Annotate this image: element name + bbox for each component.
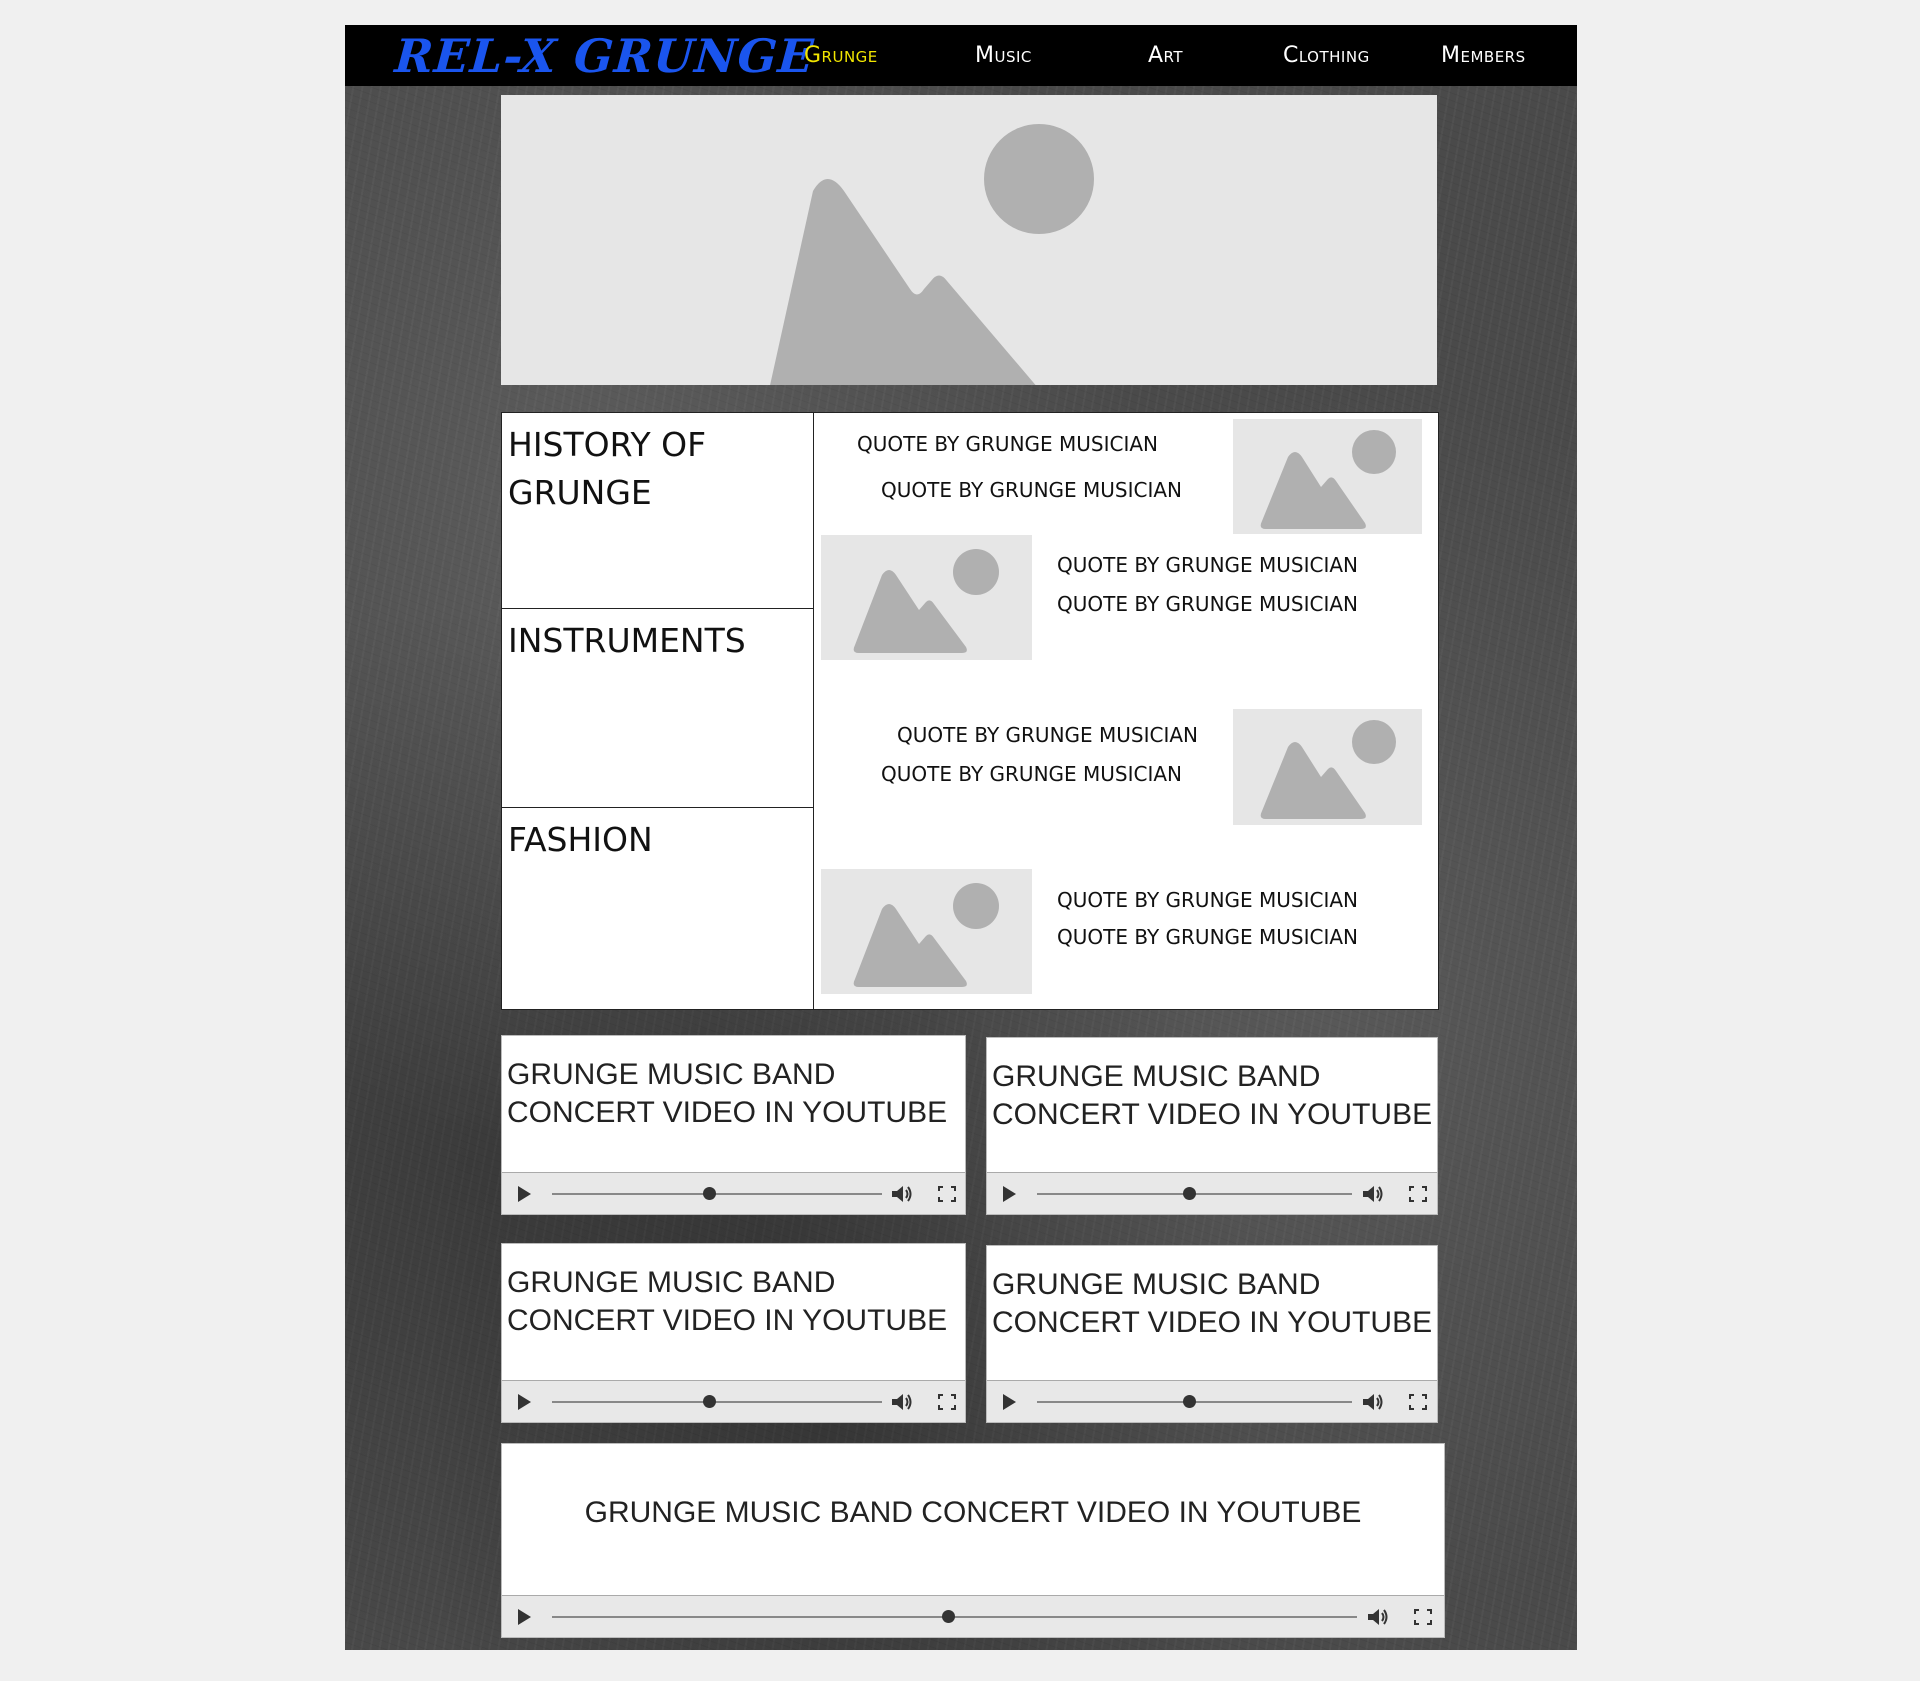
play-icon[interactable] [1003,1186,1016,1202]
nav-clothing[interactable]: Clothing [1283,43,1370,68]
video-title: GRUNGE MUSIC BAND CONCERT VIDEO IN YOUTU… [992,1266,1432,1342]
seek-bar[interactable] [552,1193,882,1195]
play-icon[interactable] [1003,1394,1016,1410]
video-controls [502,1380,965,1422]
musician-image-placeholder [821,535,1032,660]
play-icon[interactable] [518,1186,531,1202]
image-placeholder-icon [853,883,999,987]
seek-handle[interactable] [942,1610,955,1623]
fullscreen-icon[interactable] [1405,1182,1431,1206]
section-history[interactable]: HISTORY OF GRUNGE [502,413,814,609]
content-panel: HISTORY OF GRUNGE INSTRUMENTS FASHION QU… [501,412,1439,1010]
fullscreen-icon[interactable] [934,1182,960,1206]
video-title-line: CONCERT VIDEO IN YOUTUBE [992,1098,1433,1131]
video-player[interactable]: GRUNGE MUSIC BAND CONCERT VIDEO IN YOUTU… [986,1245,1438,1423]
video-controls [987,1380,1437,1422]
image-placeholder-icon [1260,430,1396,529]
navbar: REL-X GRUNGE Grunge Music Art Clothing M… [345,25,1577,86]
seek-handle[interactable] [703,1187,716,1200]
section-instruments-title: INSTRUMENTS [508,621,746,660]
site-logo[interactable]: REL-X GRUNGE [393,29,816,83]
video-player[interactable]: GRUNGE MUSIC BAND CONCERT VIDEO IN YOUTU… [986,1037,1438,1215]
image-placeholder-icon [770,124,1094,385]
play-icon[interactable] [518,1394,531,1410]
volume-icon[interactable] [1360,1390,1386,1414]
video-title: GRUNGE MUSIC BAND CONCERT VIDEO IN YOUTU… [584,1496,1362,1529]
video-title-line: CONCERT VIDEO IN YOUTUBE [507,1304,948,1337]
quote-text: QUOTE BY GRUNGE MUSICIAN [1057,592,1359,616]
quote-text: QUOTE BY GRUNGE MUSICIAN [857,432,1159,456]
seek-handle[interactable] [1183,1395,1196,1408]
volume-icon[interactable] [889,1182,915,1206]
video-title-line: CONCERT VIDEO IN YOUTUBE [507,1096,948,1129]
fullscreen-icon[interactable] [1405,1390,1431,1414]
video-player[interactable]: GRUNGE MUSIC BAND CONCERT VIDEO IN YOUTU… [501,1243,966,1423]
page-frame: REL-X GRUNGE Grunge Music Art Clothing M… [345,25,1577,1650]
quote-text: QUOTE BY GRUNGE MUSICIAN [1057,888,1359,912]
musician-image-placeholder [1233,419,1422,534]
video-title-line: CONCERT VIDEO IN YOUTUBE [992,1306,1433,1339]
quote-text: QUOTE BY GRUNGE MUSICIAN [881,762,1183,786]
section-history-title: HISTORY OF GRUNGE [508,425,707,512]
video-controls [987,1172,1437,1214]
fullscreen-icon[interactable] [1410,1605,1436,1629]
video-title: GRUNGE MUSIC BAND CONCERT VIDEO IN YOUTU… [992,1058,1432,1134]
video-title: GRUNGE MUSIC BAND CONCERT VIDEO IN YOUTU… [507,1056,947,1132]
fullscreen-icon[interactable] [934,1390,960,1414]
video-controls [502,1172,965,1214]
quote-text: QUOTE BY GRUNGE MUSICIAN [897,723,1199,747]
quote-text: QUOTE BY GRUNGE MUSICIAN [1057,553,1359,577]
musician-image-placeholder [1233,709,1422,825]
volume-icon[interactable] [1365,1605,1391,1629]
quote-text: QUOTE BY GRUNGE MUSICIAN [1057,925,1359,949]
video-player[interactable]: GRUNGE MUSIC BAND CONCERT VIDEO IN YOUTU… [501,1035,966,1215]
seek-handle[interactable] [703,1395,716,1408]
section-instruments[interactable]: INSTRUMENTS [502,609,814,808]
nav-art[interactable]: Art [1148,43,1183,68]
nav-members[interactable]: Members [1441,43,1526,68]
video-title-line: GRUNGE MUSIC BAND [507,1266,836,1299]
volume-icon[interactable] [1360,1182,1386,1206]
section-fashion[interactable]: FASHION [502,808,814,1010]
video-title-line: GRUNGE MUSIC BAND [507,1058,836,1091]
nav-music[interactable]: Music [975,43,1032,68]
image-placeholder-icon [1260,720,1396,819]
video-title: GRUNGE MUSIC BAND CONCERT VIDEO IN YOUTU… [507,1264,947,1340]
play-icon[interactable] [518,1609,531,1625]
image-placeholder-icon [853,549,999,653]
volume-icon[interactable] [889,1390,915,1414]
section-fashion-title: FASHION [508,820,653,859]
nav-grunge[interactable]: Grunge [804,43,878,68]
video-title-line: GRUNGE MUSIC BAND [992,1060,1321,1093]
musician-image-placeholder [821,869,1032,994]
seek-handle[interactable] [1183,1187,1196,1200]
hero-image-placeholder [501,95,1437,385]
quote-text: QUOTE BY GRUNGE MUSICIAN [881,478,1183,502]
video-player-wide[interactable]: GRUNGE MUSIC BAND CONCERT VIDEO IN YOUTU… [501,1443,1445,1638]
video-title-line: GRUNGE MUSIC BAND [992,1268,1321,1301]
seek-bar[interactable] [552,1401,882,1403]
video-controls [502,1595,1444,1637]
